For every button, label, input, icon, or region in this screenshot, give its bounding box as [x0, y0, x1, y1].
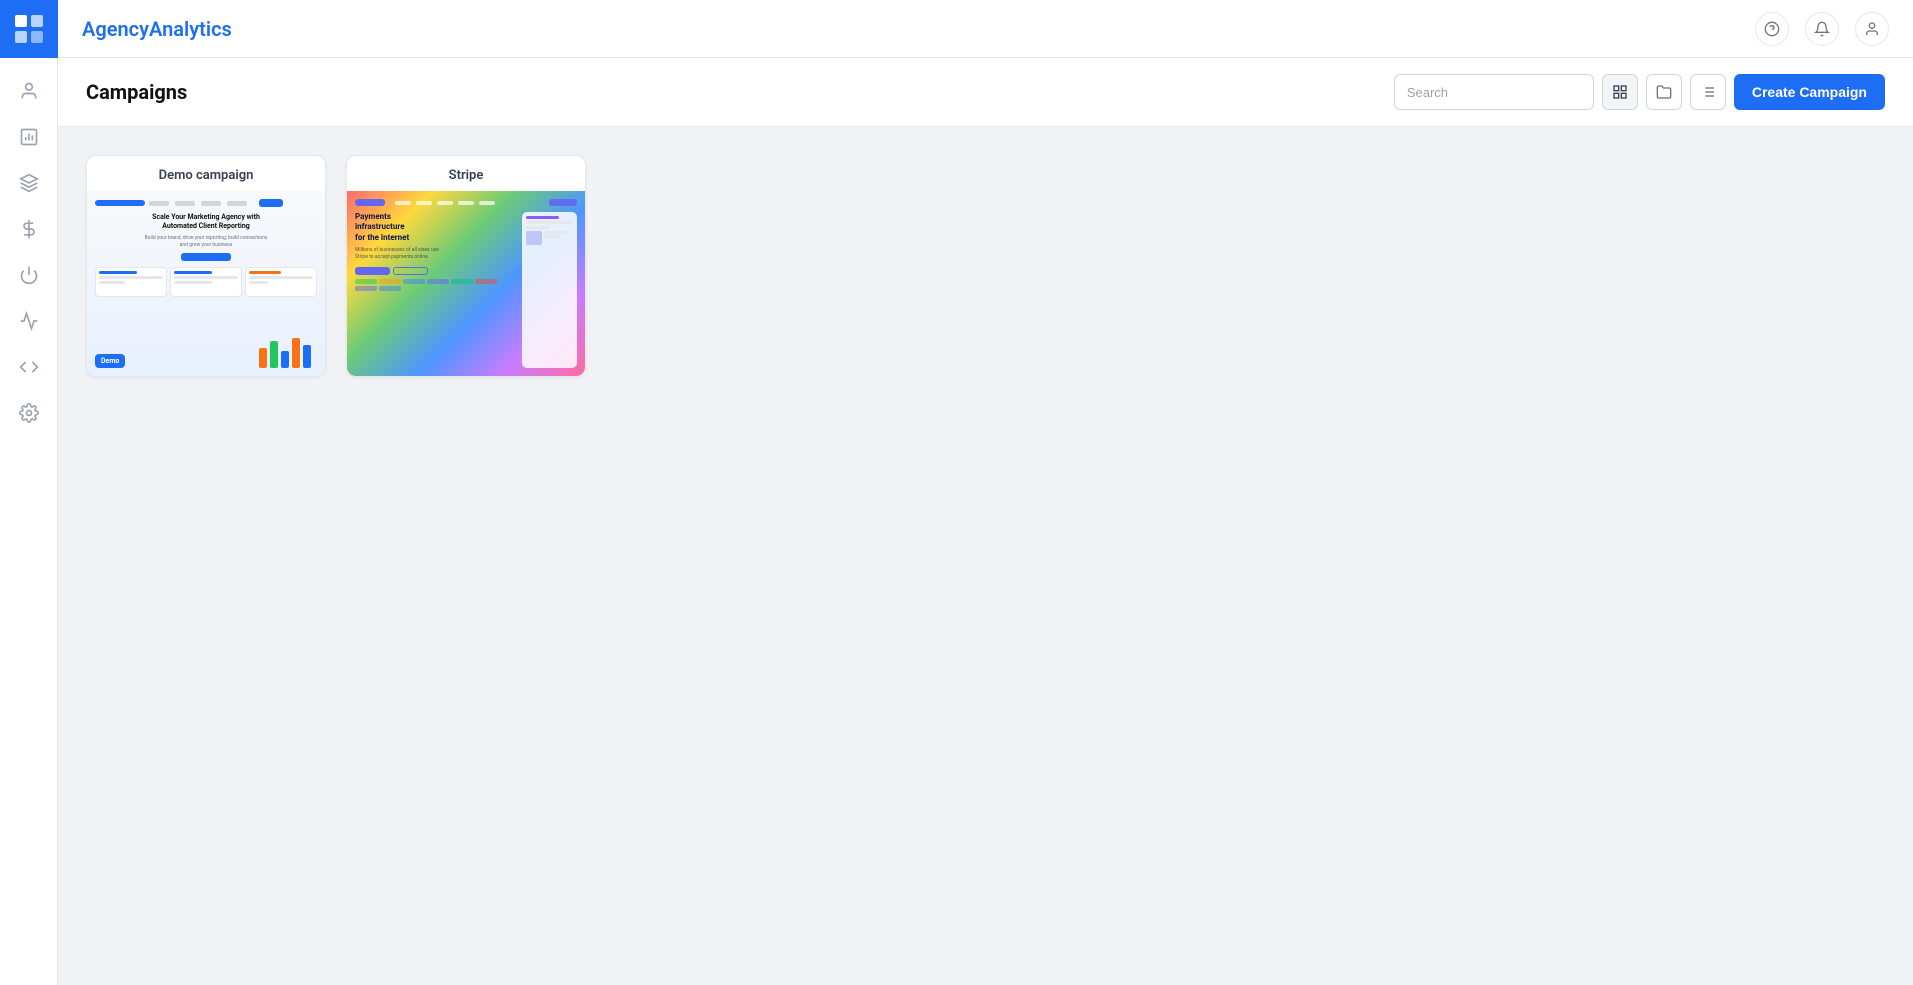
campaign-title-stripe: Stripe [347, 156, 585, 191]
sidebar-nav [8, 58, 50, 985]
campaign-preview-stripe: Paymentsinfrastructurefor the internet M… [347, 191, 585, 376]
campaign-card-stripe[interactable]: Stripe [346, 155, 586, 377]
grid-view-button[interactable] [1602, 74, 1638, 110]
sidebar [0, 0, 58, 985]
main-wrapper: AgencyAnalytics [58, 0, 1913, 985]
campaign-tag-demo: Demo [95, 354, 125, 368]
campaign-preview-demo: Scale Your Marketing Agency withAutomate… [87, 191, 325, 376]
content-area: Campaigns [58, 58, 1913, 985]
help-button[interactable] [1755, 12, 1789, 46]
top-header: AgencyAnalytics [58, 0, 1913, 58]
page-header: Campaigns [58, 58, 1913, 127]
header-actions [1755, 12, 1889, 46]
notifications-button[interactable] [1805, 12, 1839, 46]
sidebar-item-revenue[interactable] [8, 208, 50, 250]
sidebar-item-users[interactable] [8, 70, 50, 112]
sidebar-item-integrations[interactable] [8, 254, 50, 296]
page-title: Campaigns [86, 80, 187, 104]
logo-part1: Agency [82, 17, 149, 41]
folder-view-button[interactable] [1646, 74, 1682, 110]
campaign-card-demo[interactable]: Demo campaign [86, 155, 326, 377]
sidebar-item-campaigns[interactable] [8, 162, 50, 204]
list-view-button[interactable] [1690, 74, 1726, 110]
campaign-title-demo: Demo campaign [87, 156, 325, 191]
page-actions: Create Campaign [1394, 74, 1885, 110]
sidebar-logo[interactable] [0, 0, 58, 58]
campaigns-grid: Demo campaign [86, 155, 1885, 377]
sidebar-item-code[interactable] [8, 346, 50, 388]
profile-button[interactable] [1855, 12, 1889, 46]
sidebar-item-settings[interactable] [8, 392, 50, 434]
grid-content: Demo campaign [58, 127, 1913, 985]
create-campaign-button[interactable]: Create Campaign [1734, 74, 1885, 110]
logo-part2: Analytics [149, 17, 232, 41]
sidebar-item-analytics[interactable] [8, 300, 50, 342]
search-input[interactable] [1394, 74, 1594, 110]
header-logo: AgencyAnalytics [82, 17, 232, 41]
sidebar-item-reports[interactable] [8, 116, 50, 158]
